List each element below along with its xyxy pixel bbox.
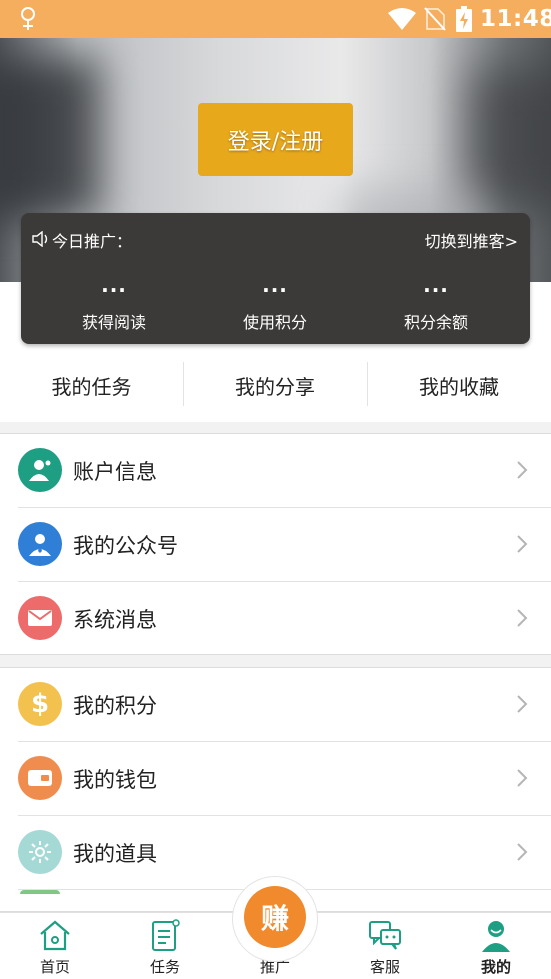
stat-points-balance-value: ... bbox=[423, 273, 449, 297]
today-promotion-label: 今日推广： bbox=[52, 232, 133, 251]
login-register-button[interactable]: 登录/注册 bbox=[198, 103, 353, 176]
chevron-right-icon bbox=[517, 535, 528, 553]
dollar-icon: $ bbox=[18, 682, 62, 726]
menu-item-label: 我的钱包 bbox=[73, 768, 157, 792]
stat-reads-value: ... bbox=[101, 273, 127, 297]
menu-item-official-account[interactable]: 我的公众号 bbox=[0, 508, 551, 582]
home-icon bbox=[40, 920, 70, 951]
menu-item-label: 我的积分 bbox=[73, 694, 157, 718]
quick-tabs: 我的任务 我的分享 我的收藏 bbox=[0, 356, 551, 414]
battery-charging-icon bbox=[456, 6, 472, 32]
app-notification-icon bbox=[21, 7, 35, 30]
promotion-card: 今日推广： 切换到推客> ... 获得阅读 ... 使用积分 ... 积分余额 bbox=[21, 213, 530, 344]
speaker-icon bbox=[32, 231, 48, 247]
earn-button[interactable]: 赚 bbox=[232, 876, 318, 962]
menu-item-account-info[interactable]: 账户信息 bbox=[0, 434, 551, 508]
partial-menu-icon bbox=[20, 890, 60, 894]
status-bar: 11:48 bbox=[0, 0, 551, 38]
stat-points-used-value: ... bbox=[262, 273, 288, 297]
chevron-right-icon bbox=[517, 609, 528, 627]
stat-points-used-label: 使用积分 bbox=[242, 313, 307, 332]
menu-item-my-wallet[interactable]: 我的钱包 bbox=[0, 742, 551, 816]
chevron-right-icon bbox=[517, 843, 528, 861]
nav-tasks[interactable]: 任务 bbox=[110, 913, 220, 979]
menu-group-account: 账户信息 我的公众号 系统消息 bbox=[0, 433, 551, 655]
nav-customer-service[interactable]: 客服 bbox=[330, 913, 440, 979]
chevron-right-icon bbox=[517, 695, 528, 713]
menu-item-system-messages[interactable]: 系统消息 bbox=[0, 582, 551, 656]
user-icon bbox=[18, 448, 62, 492]
menu-item-label: 账户信息 bbox=[73, 460, 157, 484]
tab-my-favorites[interactable]: 我的收藏 bbox=[367, 356, 551, 414]
earn-icon: 赚 bbox=[244, 886, 306, 948]
task-icon bbox=[152, 919, 180, 951]
nav-tasks-label: 任务 bbox=[149, 958, 180, 976]
chevron-right-icon bbox=[517, 461, 528, 479]
chat-icon bbox=[369, 921, 401, 950]
nav-profile-label: 我的 bbox=[480, 958, 511, 976]
nav-customer-service-label: 客服 bbox=[369, 958, 400, 976]
tab-my-shares[interactable]: 我的分享 bbox=[183, 356, 367, 414]
profile-icon bbox=[482, 921, 510, 952]
menu-item-label: 我的道具 bbox=[73, 842, 157, 866]
nav-home[interactable]: 首页 bbox=[0, 913, 110, 979]
sun-icon bbox=[18, 830, 62, 874]
stat-reads-label: 获得阅读 bbox=[81, 313, 146, 332]
menu-item-label: 我的公众号 bbox=[73, 534, 178, 558]
menu-item-label: 系统消息 bbox=[73, 608, 157, 632]
chevron-right-icon bbox=[517, 769, 528, 787]
stat-reads: ... 获得阅读 bbox=[39, 275, 189, 333]
stat-points-balance: ... 积分余额 bbox=[361, 275, 511, 333]
clock: 11:48 bbox=[480, 6, 551, 32]
no-sim-icon bbox=[424, 7, 446, 31]
nav-profile[interactable]: 我的 bbox=[441, 913, 551, 979]
wallet-icon bbox=[18, 756, 62, 800]
tab-my-tasks[interactable]: 我的任务 bbox=[0, 356, 183, 414]
menu-item-my-points[interactable]: $ 我的积分 bbox=[0, 668, 551, 742]
nav-home-label: 首页 bbox=[39, 958, 70, 976]
stat-points-balance-label: 积分余额 bbox=[403, 313, 468, 332]
switch-to-promoter-link[interactable]: 切换到推客> bbox=[425, 228, 518, 252]
mail-icon bbox=[18, 596, 62, 640]
wifi-icon bbox=[388, 8, 416, 30]
official-account-icon bbox=[18, 522, 62, 566]
stat-points-used: ... 使用积分 bbox=[200, 275, 350, 333]
